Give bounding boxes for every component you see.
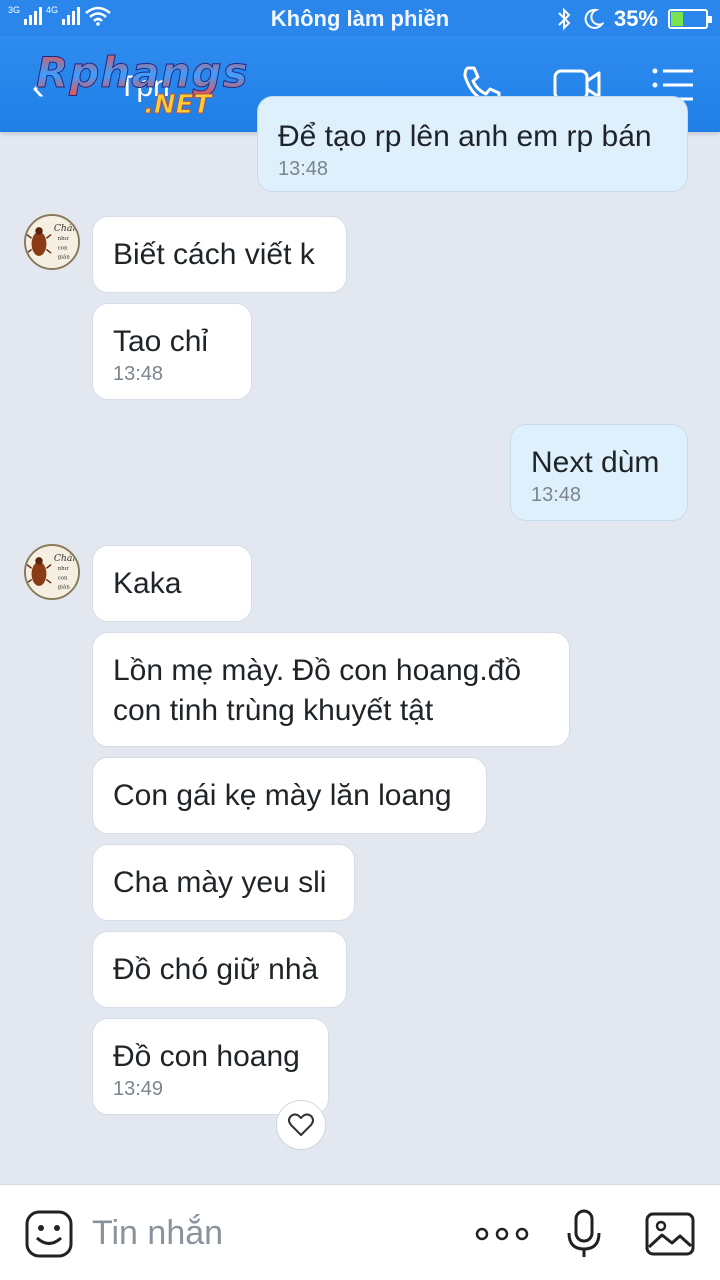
message-bubble-incoming[interactable]: Kaka	[92, 545, 252, 622]
avatar[interactable]: Chán như con gián	[24, 544, 80, 600]
message-bubble-incoming[interactable]: Cha mày yeu sli	[92, 844, 355, 921]
message-input[interactable]: Tin nhắn	[92, 1211, 452, 1255]
message-text: Con gái kẹ mày lăn loang	[113, 779, 452, 812]
cockroach-avatar-icon: Chán như con gián	[26, 216, 78, 268]
status-right: 35%	[556, 6, 712, 32]
moon-icon	[584, 8, 604, 29]
watermark-sub: .NET	[143, 90, 212, 121]
message-bubble-incoming[interactable]: Tao chỉ 13:48	[92, 303, 252, 400]
avatar-text-3: con	[58, 575, 68, 581]
message-text: Next dùm	[531, 446, 660, 479]
avatar-text-3: con	[58, 245, 68, 251]
bluetooth-icon	[558, 7, 571, 31]
cockroach-avatar-icon: Chán như con gián	[26, 546, 78, 598]
avatar-text-4: gián	[58, 584, 71, 591]
heart-icon[interactable]	[276, 1100, 326, 1150]
avatar-text-4: gián	[58, 254, 71, 261]
battery-icon	[668, 9, 712, 29]
message-text: Để tạo rp lên anh em rp bán	[278, 120, 652, 153]
message-input-bar: Tin nhắn	[0, 1184, 720, 1280]
message-time: 13:49	[113, 1078, 164, 1100]
battery-percent: 35%	[613, 6, 658, 31]
message-text: Cha mày yeu sli	[113, 866, 327, 899]
emoji-icon[interactable]	[24, 1209, 74, 1259]
image-icon[interactable]	[644, 1209, 696, 1259]
avatar-text-2: như	[58, 566, 69, 572]
message-text: Biết cách viết k	[113, 238, 315, 271]
avatar[interactable]: Chán như con gián	[24, 214, 80, 270]
microphone-icon[interactable]	[564, 1209, 604, 1259]
message-bubble-outgoing[interactable]: Next dùm 13:48	[510, 424, 688, 521]
message-text: Lồn mẹ mày. Đồ con hoang.đồ	[113, 654, 522, 687]
message-text: Kaka	[113, 567, 182, 600]
message-text: Đồ chó giữ nhà	[113, 953, 319, 986]
avatar-text-2: như	[58, 236, 69, 242]
message-time: 13:48	[278, 158, 329, 180]
status-bar: 3G 4G Không làm phiền 35%	[0, 0, 720, 36]
message-time: 13:48	[113, 363, 164, 385]
battery-level	[671, 12, 683, 26]
more-dots-icon[interactable]	[474, 1209, 530, 1259]
message-text: Tao chỉ	[113, 325, 209, 358]
message-time: 13:48	[531, 484, 582, 506]
message-bubble-incoming[interactable]: Lồn mẹ mày. Đồ con hoang.đồ con tinh trù…	[92, 632, 570, 747]
message-bubble-outgoing[interactable]: Để tạo rp lên anh em rp bán 13:48	[257, 96, 688, 192]
message-text: Đồ con hoang	[113, 1040, 300, 1073]
watermark-main: Rphangs	[36, 48, 249, 98]
message-bubble-incoming[interactable]: Đồ chó giữ nhà	[92, 931, 347, 1008]
watermark-logo: Rphangs .NET	[36, 48, 249, 121]
message-bubble-incoming[interactable]: Con gái kẹ mày lăn loang	[92, 757, 487, 834]
message-text-line-2: con tinh trùng khuyết tật	[113, 694, 434, 727]
avatar-text-1: Chán	[54, 553, 78, 564]
message-bubble-incoming[interactable]: Biết cách viết k	[92, 216, 347, 293]
avatar-text-1: Chán	[54, 223, 78, 234]
